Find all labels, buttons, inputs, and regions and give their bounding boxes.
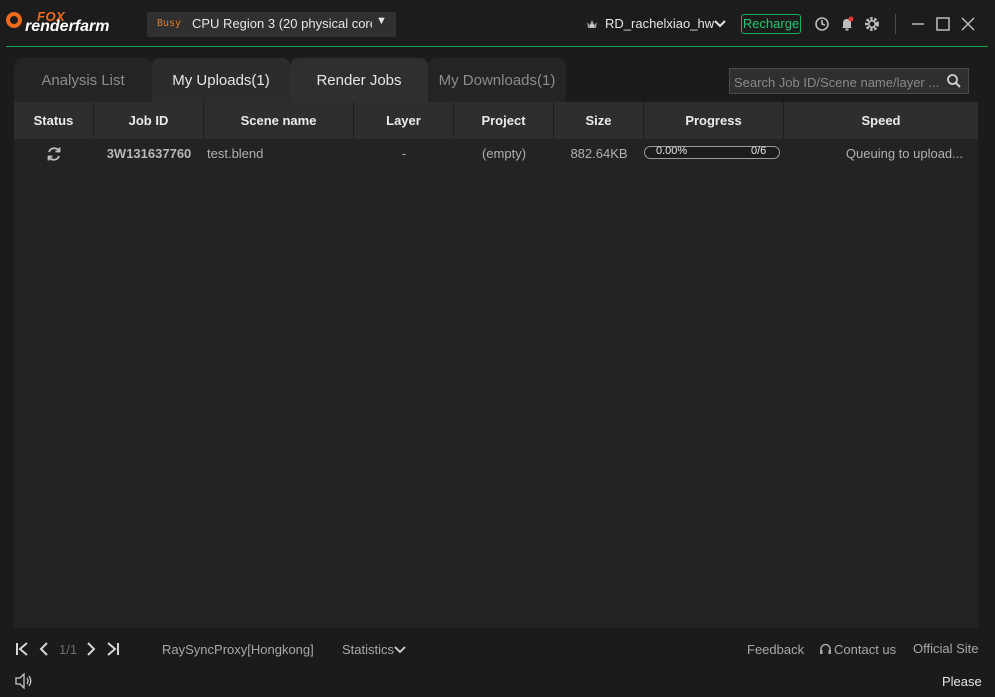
sync-icon [47, 147, 61, 161]
speed-cell: Queuing to upload... [845, 146, 963, 161]
project-cell: (empty) [481, 146, 527, 161]
job-id-cell[interactable]: 3W131637760 [94, 140, 204, 168]
size-cell: 882.64KB [570, 146, 628, 161]
recharge-button[interactable]: Recharge [741, 14, 801, 34]
bell-icon[interactable] [839, 16, 855, 32]
titlebar-separator [895, 14, 896, 34]
gear-icon[interactable] [864, 16, 880, 32]
column-header-speed[interactable]: Speed [784, 102, 978, 139]
column-header-project[interactable]: Project [454, 102, 554, 139]
progress-percent: 0.00% [656, 145, 688, 157]
column-header-status[interactable]: Status [14, 102, 94, 139]
progress-count: 0/6 [751, 145, 767, 157]
chevron-down-icon[interactable] [713, 17, 727, 31]
caret-down-icon[interactable]: ▼ [376, 15, 387, 27]
user-crown-icon [587, 20, 597, 28]
column-header-size[interactable]: Size [554, 102, 644, 139]
statistics-dropdown[interactable]: Statistics [342, 642, 394, 657]
layer-cell: - [401, 146, 407, 161]
column-header-layer[interactable]: Layer [354, 102, 454, 139]
search-icon[interactable] [946, 73, 962, 89]
contact-us-link[interactable]: Contact us [834, 642, 896, 657]
column-header-scene-name[interactable]: Scene name [204, 102, 354, 139]
maximize-icon[interactable] [935, 16, 951, 32]
tab-analysis-list[interactable]: Analysis List [14, 58, 152, 102]
logo-ring-icon [6, 12, 22, 28]
tab-render-jobs[interactable]: Render Jobs [290, 58, 428, 102]
logo-renderfarm-text: renderfarm [25, 18, 110, 35]
tab-my-uploads[interactable]: My Uploads(1) [152, 58, 290, 102]
chevron-down-icon[interactable] [394, 645, 406, 655]
first-page-icon[interactable] [15, 642, 29, 656]
feedback-link[interactable]: Feedback [747, 642, 804, 657]
region-label[interactable]: CPU Region 3 (20 physical cores) [192, 16, 372, 31]
last-page-icon[interactable] [106, 642, 120, 656]
official-site-link[interactable]: Official Site [913, 641, 979, 656]
status-message: Please [942, 674, 982, 689]
proxy-label[interactable]: RaySyncProxy[Hongkong] [162, 642, 314, 657]
page-indicator: 1/1 [59, 642, 78, 657]
minimize-icon[interactable] [910, 16, 926, 32]
tab-my-downloads[interactable]: My Downloads(1) [428, 58, 566, 102]
scene-name-cell: test.blend [207, 146, 264, 161]
close-icon[interactable] [960, 16, 976, 32]
headset-icon[interactable] [819, 643, 832, 656]
title-divider [6, 46, 988, 47]
search-input[interactable] [734, 73, 940, 91]
column-header-progress[interactable]: Progress [644, 102, 784, 139]
region-status-badge: Busy [157, 18, 182, 29]
history-icon[interactable] [814, 16, 830, 32]
speaker-icon[interactable] [14, 673, 34, 689]
prev-page-icon[interactable] [37, 642, 51, 656]
column-header-job-id[interactable]: Job ID [94, 102, 204, 139]
jobs-table [14, 102, 978, 628]
next-page-icon[interactable] [84, 642, 98, 656]
search-box[interactable] [729, 68, 969, 94]
username-label[interactable]: RD_rachelxiao_hw [605, 16, 714, 31]
